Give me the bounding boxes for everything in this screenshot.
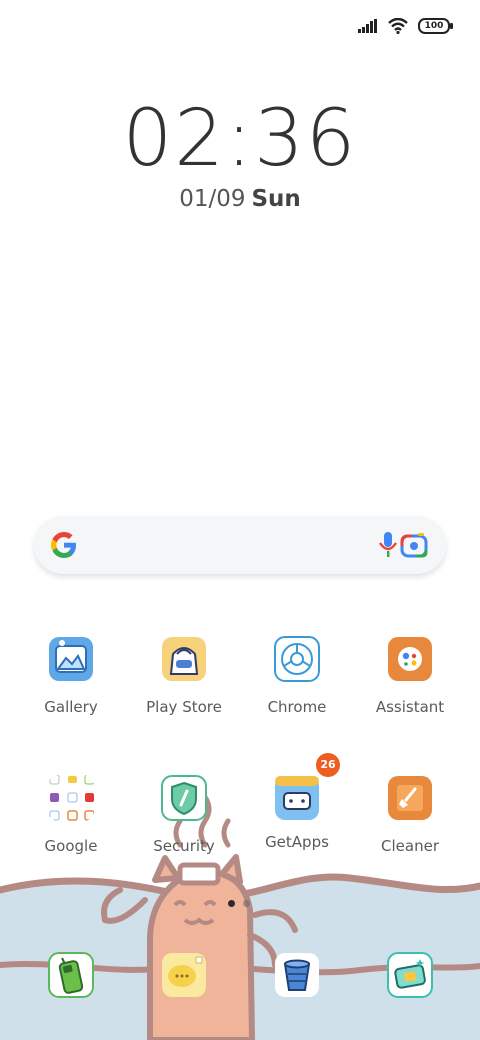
google-g-icon — [51, 532, 76, 558]
chrome-icon — [274, 636, 320, 682]
google-lens-icon[interactable] — [400, 532, 428, 558]
dock-browser[interactable] — [249, 952, 345, 1002]
app-label-getapps: GetApps — [265, 833, 329, 851]
assistant-icon — [388, 637, 432, 681]
notification-badge: 26 — [316, 753, 340, 777]
app-label-google: Google — [44, 837, 98, 855]
battery-level: 100 — [424, 21, 444, 31]
dock-phone[interactable] — [23, 952, 119, 1002]
camera-icon — [387, 952, 433, 998]
app-gallery[interactable]: Gallery — [23, 636, 119, 716]
cleaner-icon — [388, 776, 432, 820]
status-bar: 100 — [358, 14, 453, 38]
microphone-icon[interactable] — [374, 530, 402, 560]
phone-icon — [48, 952, 94, 998]
app-label-chrome: Chrome — [267, 698, 327, 716]
browser-icon — [275, 953, 319, 997]
page-dot[interactable] — [243, 900, 250, 907]
gallery-icon — [49, 637, 93, 681]
page-indicator — [228, 900, 250, 907]
weekday-text: Sun — [251, 186, 301, 212]
app-security[interactable]: Security — [136, 775, 232, 855]
app-label-cleaner: Cleaner — [381, 837, 439, 855]
app-label-play-store: Play Store — [146, 698, 222, 716]
play-store-icon — [162, 637, 206, 681]
getapps-icon — [275, 776, 319, 820]
app-getapps[interactable]: 26 GetApps — [249, 753, 345, 851]
getapps-icon-wrap: 26 — [274, 753, 340, 821]
app-label-gallery: Gallery — [44, 698, 98, 716]
google-search-widget[interactable] — [34, 516, 446, 574]
wifi-icon — [388, 18, 408, 34]
lock-clock: 02:36 — [122, 94, 358, 184]
date-text: 01/09 — [179, 186, 246, 212]
lock-date: 01/09 Sun — [0, 186, 480, 212]
app-chrome[interactable]: Chrome — [249, 636, 345, 716]
app-label-security: Security — [153, 837, 215, 855]
app-cleaner[interactable]: Cleaner — [362, 775, 458, 855]
app-assistant[interactable]: Assistant — [362, 636, 458, 716]
app-label-assistant: Assistant — [375, 698, 445, 716]
battery-indicator: 100 — [418, 18, 453, 34]
page-dot-current[interactable] — [228, 900, 235, 907]
home-screen: 100 02:36 01/09 Sun Gallery Play Store C… — [0, 0, 480, 1040]
app-folder-google[interactable]: Google — [23, 774, 119, 855]
google-folder-icon — [49, 774, 95, 821]
dock-messages[interactable] — [136, 952, 232, 1002]
dock-camera[interactable] — [362, 952, 458, 1002]
signal-bars-icon — [358, 19, 377, 33]
security-icon — [161, 775, 207, 821]
messages-icon — [162, 953, 206, 997]
app-play-store[interactable]: Play Store — [136, 636, 232, 716]
